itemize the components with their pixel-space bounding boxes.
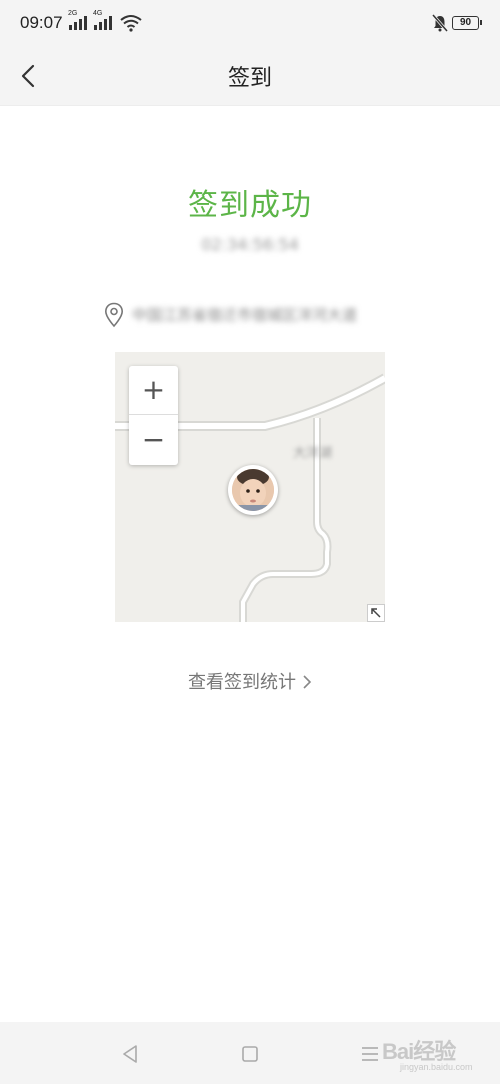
- avatar-photo: [232, 469, 274, 511]
- back-triangle-icon[interactable]: [118, 1042, 142, 1066]
- status-time: 09:07: [20, 13, 63, 32]
- signal-label: 2G: [68, 10, 78, 17]
- wifi-icon: [120, 14, 142, 36]
- signal-label: 4G: [93, 10, 103, 17]
- signal-icon: 4G: [93, 10, 115, 32]
- zoom-in-button[interactable]: +: [129, 366, 178, 415]
- checkin-success-title: 签到成功: [188, 188, 312, 223]
- location-row: 中国江苏省宿迁市宿城区洋河大道: [104, 300, 404, 330]
- signal-icon: 2G: [68, 10, 90, 32]
- location-map[interactable]: + − 大洋湖: [115, 352, 385, 622]
- checkin-stats-link[interactable]: 查看签到统计: [0, 668, 500, 695]
- watermark-url: jingyan.baidu.com: [400, 1062, 473, 1072]
- checkin-time: 02:34:56:54: [201, 235, 299, 254]
- baidu-watermark: Bai经验 jingyan.baidu.com: [360, 1030, 500, 1080]
- map-place-label: 大洋湖: [293, 446, 333, 461]
- status-bar: 09:07 2G 4G 90: [0, 0, 500, 46]
- checkin-stats-label: 查看签到统计: [188, 672, 296, 693]
- header: 签到: [0, 46, 500, 106]
- battery-level: 90: [459, 17, 472, 28]
- zoom-out-button[interactable]: −: [129, 416, 178, 465]
- system-nav-bar: Bai经验 jingyan.baidu.com: [0, 1022, 500, 1084]
- location-pin-icon: [104, 302, 124, 332]
- page-title: 签到: [227, 66, 272, 91]
- chevron-right-icon: [302, 674, 312, 695]
- mute-icon: [431, 14, 449, 36]
- location-address: 中国江苏省宿迁市宿城区洋河大道: [132, 306, 358, 324]
- expand-arrow-icon[interactable]: [367, 604, 385, 622]
- user-avatar[interactable]: [228, 465, 278, 515]
- battery-icon: 90: [452, 16, 482, 30]
- home-square-icon[interactable]: [238, 1042, 262, 1066]
- zoom-control: + −: [129, 366, 178, 465]
